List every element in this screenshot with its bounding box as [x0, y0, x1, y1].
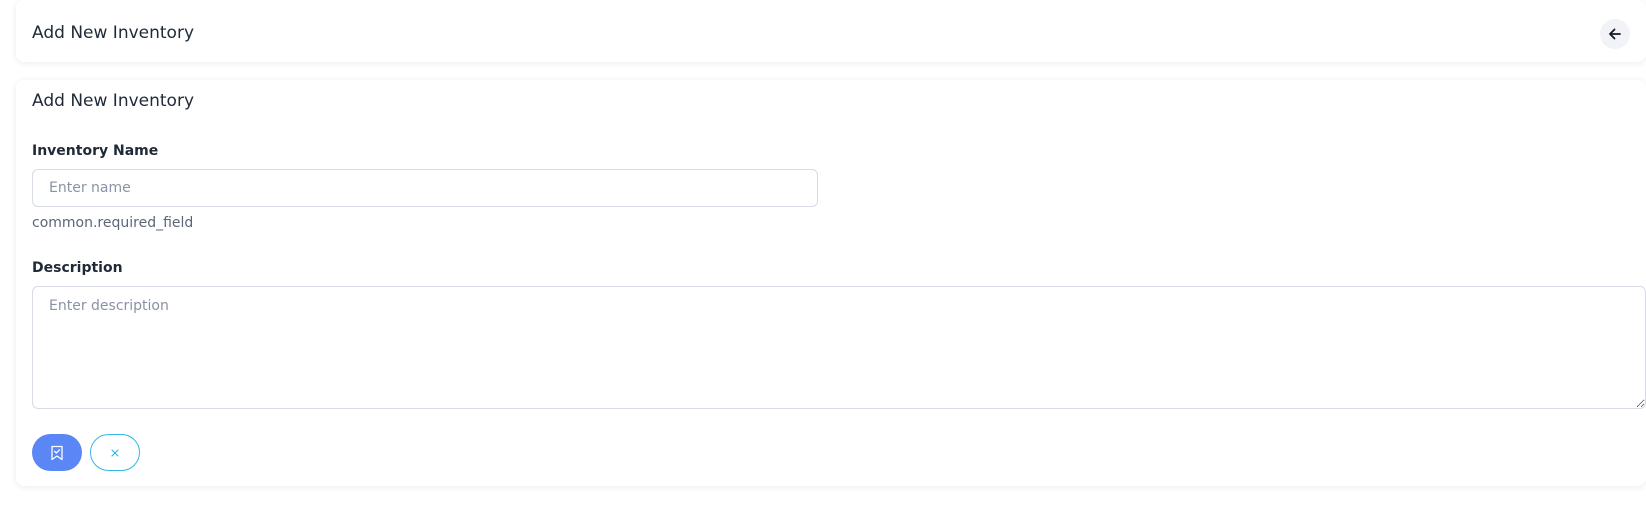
required-field-hint: common.required_field — [32, 215, 194, 231]
inventory-name-input[interactable] — [32, 169, 818, 207]
inventory-name-label: Inventory Name — [32, 143, 159, 159]
inventory-form-card: Add New Inventory Inventory Name common.… — [16, 80, 1646, 486]
save-button[interactable] — [32, 434, 82, 471]
form-title: Add New Inventory — [32, 91, 194, 111]
page-title: Add New Inventory — [32, 23, 194, 43]
close-icon — [111, 448, 119, 457]
bookmark-check-icon — [50, 445, 64, 461]
description-label: Description — [32, 260, 123, 276]
description-textarea[interactable] — [32, 286, 1646, 409]
back-button[interactable] — [1600, 19, 1630, 49]
arrow-left-icon — [1608, 27, 1622, 41]
cancel-button[interactable] — [90, 434, 140, 471]
page-header-card: Add New Inventory — [16, 0, 1646, 62]
